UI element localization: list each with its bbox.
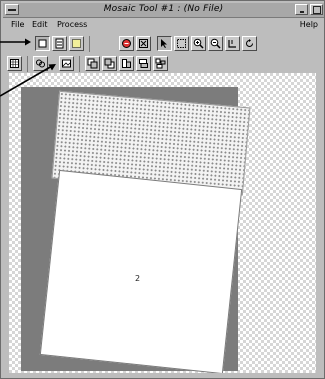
callout-arrow-2 <box>0 64 56 97</box>
callout-arrows <box>0 38 56 97</box>
callout-arrow-1 <box>0 38 31 46</box>
